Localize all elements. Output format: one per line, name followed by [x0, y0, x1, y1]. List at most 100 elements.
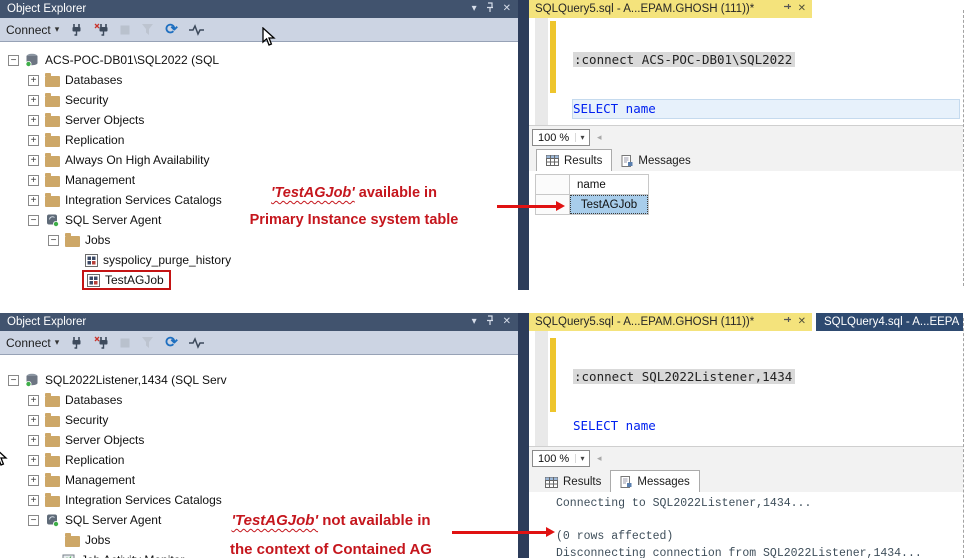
expand-icon[interactable]: + — [28, 94, 39, 106]
grid-cell-selected[interactable]: TestAGJob — [569, 194, 649, 215]
tree-row-server-objects[interactable]: + Server Objects — [0, 110, 518, 130]
tree-item-label: Replication — [65, 133, 125, 147]
messages-icon — [620, 475, 632, 488]
tab-sqlquery4[interactable]: SQLQuery4.sql - A...EEPA — [816, 313, 963, 331]
expand-icon[interactable]: + — [28, 454, 39, 466]
expand-icon[interactable]: + — [28, 134, 39, 146]
sql-server-agent-icon — [45, 513, 60, 527]
zoom-level-dropdown[interactable]: 100 % ▾ — [532, 129, 590, 146]
collapse-icon[interactable]: − — [8, 374, 19, 386]
expand-icon[interactable]: + — [28, 434, 39, 446]
expand-icon[interactable]: + — [28, 74, 39, 86]
disconnect-plug-icon[interactable] — [94, 23, 109, 37]
tree-row-databases[interactable]: + Databases — [0, 70, 518, 90]
close-icon[interactable]: ✕ — [798, 317, 806, 327]
job-icon — [85, 253, 98, 267]
collapse-icon[interactable]: − — [8, 54, 19, 66]
grid-column-header[interactable]: name — [569, 174, 649, 195]
tab-results[interactable]: Results — [536, 472, 610, 492]
folder-icon — [45, 112, 60, 127]
collapse-icon[interactable]: − — [28, 514, 39, 526]
tree-row-server[interactable]: − SQL2022Listener,1434 (SQL Serv — [0, 370, 518, 390]
tab-sqlquery5[interactable]: SQLQuery5.sql - A...EPAM.GHOSH (111))* ✕ — [529, 0, 812, 18]
folder-icon — [45, 152, 60, 167]
annotation-line: Primary Instance system table — [249, 212, 459, 228]
annotation-bottom: 'TestAGJob' not available in the context… — [198, 506, 464, 558]
tree-row-management[interactable]: + Management — [0, 470, 518, 490]
results-grid: name TestAGJob — [535, 174, 649, 215]
window-position-icon[interactable]: ▾ — [472, 317, 477, 327]
annotation-top: 'TestAGJob' available in Primary Instanc… — [234, 180, 474, 234]
expand-icon[interactable]: + — [28, 194, 39, 206]
activity-monitor-icon[interactable] — [188, 23, 205, 36]
document-tab-bar: SQLQuery5.sql - A...EPAM.GHOSH (111))* ✕… — [529, 313, 963, 331]
messages-icon — [621, 155, 633, 167]
close-icon[interactable]: ✕ — [798, 4, 806, 14]
annotation-line: 'TestAGJob' not available in — [231, 512, 431, 529]
expand-icon[interactable]: + — [28, 394, 39, 406]
window-position-icon[interactable]: ▾ — [472, 4, 477, 14]
highlight-red-box: TestAGJob — [82, 270, 171, 290]
close-icon[interactable]: ✕ — [503, 317, 511, 327]
tree-item-label: syspolicy_purge_history — [103, 253, 232, 267]
expand-icon[interactable]: + — [28, 414, 39, 426]
sql-editor[interactable]: :connect SQL2022Listener,1434 SELECT nam… — [529, 331, 963, 530]
close-icon[interactable]: ✕ — [503, 4, 511, 14]
tree-row-databases[interactable]: + Databases — [0, 390, 518, 410]
connect-button[interactable]: Connect ▾ — [6, 23, 59, 37]
tree-row-replication[interactable]: + Replication — [0, 130, 518, 150]
tree-row-testagjob[interactable]: TestAGJob — [0, 270, 518, 290]
pin-icon[interactable] — [486, 315, 494, 329]
tree-item-label: Jobs — [85, 233, 111, 247]
collapse-icon[interactable]: − — [48, 234, 59, 246]
pin-icon[interactable] — [486, 2, 494, 16]
tree-row-alwayson[interactable]: + Always On High Availability — [0, 150, 518, 170]
tree-item-label: Security — [65, 413, 109, 427]
tree-row-syspolicy-job[interactable]: syspolicy_purge_history — [0, 250, 518, 270]
tree-row-security[interactable]: + Security — [0, 90, 518, 110]
job-icon — [87, 273, 100, 287]
connect-button[interactable]: Connect ▾ — [6, 336, 59, 350]
panel-splitter[interactable] — [518, 313, 529, 558]
tree-row-security[interactable]: + Security — [0, 410, 518, 430]
code-line-current: SELECT name — [572, 98, 960, 119]
scroll-left-icon[interactable]: ◂ — [597, 132, 602, 143]
sql-editor[interactable]: :connect ACS-POC-DB01\SQL2022 SELECT nam… — [529, 18, 963, 213]
folder-icon — [45, 92, 60, 107]
tab-messages[interactable]: Messages — [610, 470, 700, 492]
server-icon — [25, 53, 40, 67]
connect-plug-icon[interactable] — [70, 23, 83, 37]
results-messages-tabbar: Results Messages — [529, 148, 963, 171]
stop-icon-disabled — [120, 338, 130, 348]
collapse-icon[interactable]: − — [28, 214, 39, 226]
pin-icon[interactable] — [783, 316, 792, 329]
zoom-level-dropdown[interactable]: 100 % ▾ — [532, 450, 590, 467]
panel-splitter[interactable] — [518, 0, 529, 290]
expand-icon[interactable]: + — [28, 154, 39, 166]
tree-row-server[interactable]: − ACS-POC-DB01\SQL2022 (SQL — [0, 50, 518, 70]
pin-icon[interactable] — [783, 3, 792, 16]
tree-row-replication[interactable]: + Replication — [0, 450, 518, 470]
tab-messages[interactable]: Messages — [612, 151, 699, 171]
connect-plug-icon[interactable] — [70, 336, 83, 350]
ssms-composite-screenshot: Object Explorer ▾ ✕ Connect ▾ ⟳ − ACS-PO… — [0, 0, 972, 558]
folder-icon — [45, 492, 60, 507]
tab-sqlquery5[interactable]: SQLQuery5.sql - A...EPAM.GHOSH (111))* ✕ — [529, 313, 812, 331]
refresh-icon[interactable]: ⟳ — [165, 335, 178, 350]
editor-gutter — [535, 18, 548, 125]
stop-icon-disabled — [120, 25, 130, 35]
expand-icon[interactable]: + — [28, 474, 39, 486]
scroll-left-icon[interactable]: ◂ — [597, 453, 602, 464]
activity-monitor-icon[interactable] — [188, 336, 205, 349]
expand-icon[interactable]: + — [28, 114, 39, 126]
refresh-icon[interactable]: ⟳ — [165, 22, 178, 37]
expand-icon[interactable]: + — [28, 174, 39, 186]
tab-title: SQLQuery4.sql - A...EEPA — [824, 316, 960, 328]
tree-row-server-objects[interactable]: + Server Objects — [0, 430, 518, 450]
folder-icon — [45, 452, 60, 467]
disconnect-plug-icon[interactable] — [94, 336, 109, 350]
tab-results[interactable]: Results — [536, 149, 613, 171]
code-line: SELECT name — [573, 417, 656, 433]
expand-icon[interactable]: + — [28, 494, 39, 506]
mouse-cursor — [262, 26, 276, 52]
